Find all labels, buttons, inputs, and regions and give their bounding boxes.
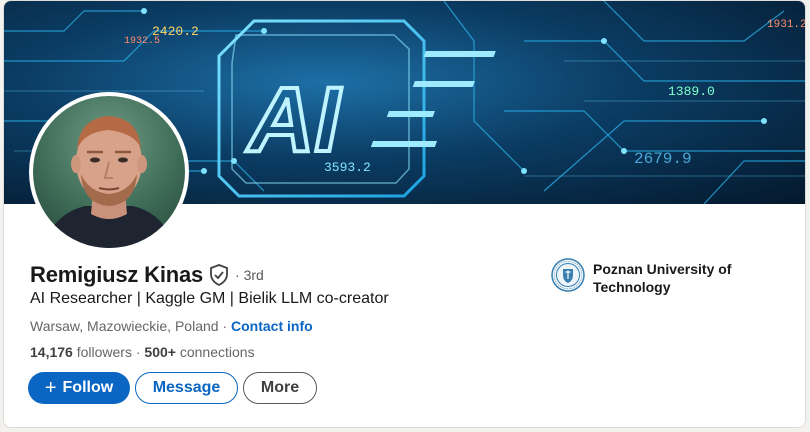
followers-link[interactable]: 14,176 followers [30,344,132,360]
name-row: Remigiusz Kinas · 3rd [30,262,264,288]
university-seal-icon [551,258,585,292]
location-row: Warsaw, Mazowieckie, Poland · Contact in… [30,318,313,334]
connection-degree: · 3rd [235,267,264,283]
svg-text:2679.9: 2679.9 [634,150,692,168]
followers-label: followers [72,344,132,360]
portrait-illustration [43,116,175,248]
shield-check-icon[interactable] [209,264,229,287]
svg-text:1931.2: 1931.2 [767,19,806,31]
connections-link[interactable]: 500+ connections [144,344,254,360]
network-stats: 14,176 followers · 500+ connections [30,344,255,360]
more-button[interactable]: More [243,372,317,404]
followers-count: 14,176 [30,344,73,360]
profile-photo[interactable] [33,96,185,248]
location-separator: · [218,318,232,334]
profile-headline: AI Researcher | Kaggle GM | Bielik LLM c… [30,290,389,307]
follow-label: Follow [62,379,114,396]
connections-separator: · [131,344,145,360]
education-item[interactable]: Poznan University of Technology [551,258,743,296]
svg-text:1932.5: 1932.5 [124,36,160,47]
profile-photo-ring[interactable] [29,92,189,252]
follow-button[interactable]: + Follow [28,372,130,404]
contact-info-link[interactable]: Contact info [231,318,313,334]
profile-name: Remigiusz Kinas [30,262,204,287]
banner-ai-text: AI [246,69,342,171]
profile-card: AI 2420.2 1932.5 3593.2 1389.0 2679.9 19… [3,0,806,428]
svg-text:3593.2: 3593.2 [324,160,371,175]
connections-count: 500+ [144,344,176,360]
message-button[interactable]: Message [135,372,238,404]
connections-label: connections [175,344,255,360]
svg-text:1389.0: 1389.0 [668,84,715,99]
plus-icon: + [44,377,57,399]
university-name: Poznan University of Technology [593,261,732,295]
profile-location: Warsaw, Mazowieckie, Poland [30,318,219,334]
